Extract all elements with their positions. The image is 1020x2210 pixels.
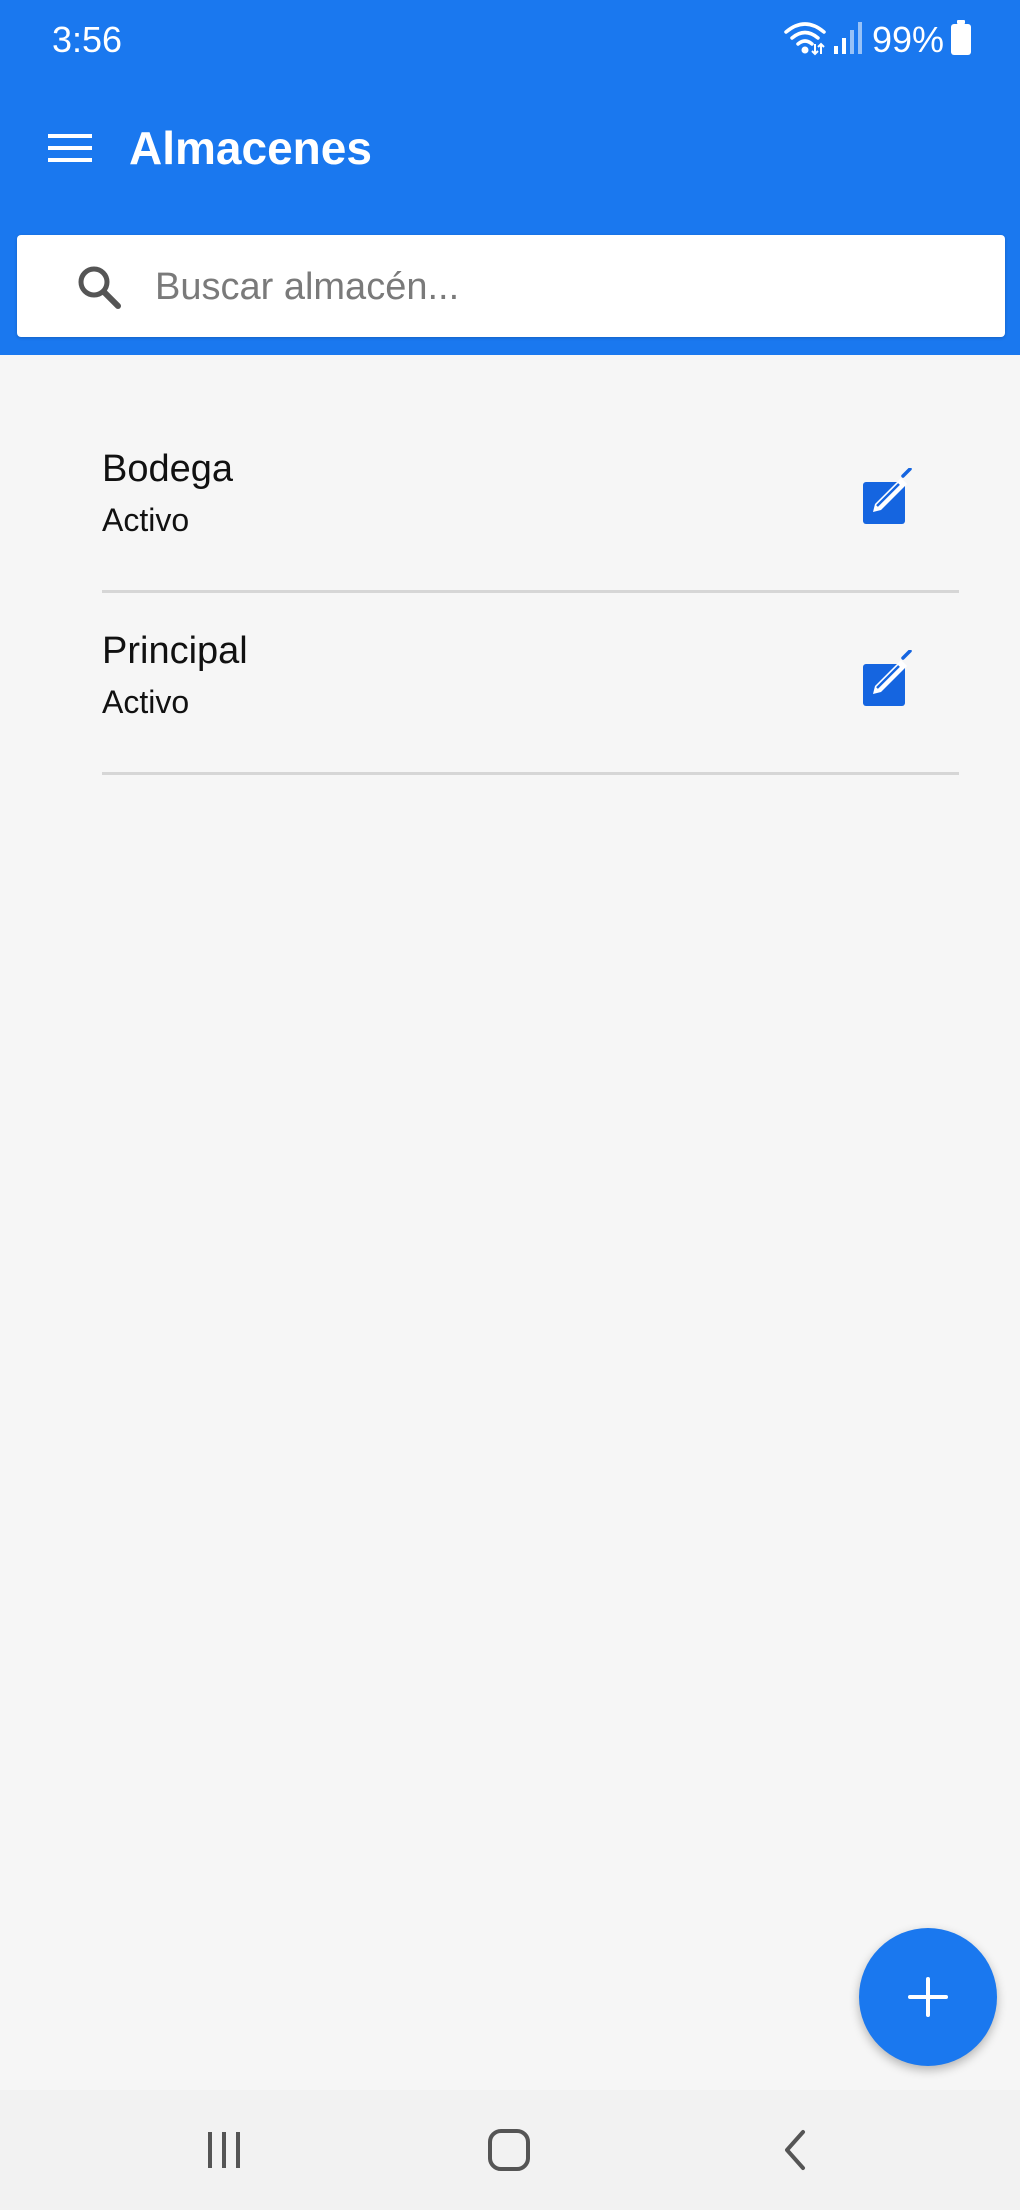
edit-icon	[859, 467, 919, 532]
list-item[interactable]: Principal Activo	[102, 594, 959, 775]
search-input[interactable]	[153, 255, 977, 319]
warehouse-status: Activo	[102, 684, 190, 720]
app-header: 3:56 99% Almacenes Buscar almacén...	[0, 0, 1020, 355]
edit-button[interactable]	[859, 467, 919, 528]
page-title: Almacenes	[129, 122, 372, 174]
edit-icon	[859, 649, 919, 714]
back-icon	[755, 2130, 835, 2184]
back-button[interactable]	[755, 2120, 835, 2180]
search-bar[interactable]	[17, 235, 1005, 337]
toolbar: Almacenes	[0, 100, 1020, 196]
edit-button[interactable]	[859, 649, 919, 710]
battery-percent: 99%	[871, 19, 944, 60]
status-time: 3:56	[52, 19, 123, 60]
home-icon	[469, 2129, 549, 2184]
status-bar: 3:56 99%	[0, 0, 1020, 80]
signal-icon	[832, 20, 866, 61]
battery-icon	[950, 19, 972, 61]
status-icons: 99%	[784, 18, 972, 62]
recent-apps-icon	[184, 2132, 264, 2184]
list-item[interactable]: Bodega Activo	[102, 412, 959, 593]
system-nav-bar	[0, 2090, 1020, 2210]
menu-button[interactable]	[40, 122, 100, 174]
home-button[interactable]	[469, 2120, 549, 2180]
recent-apps-button[interactable]	[184, 2120, 264, 2180]
warehouse-status: Activo	[102, 502, 190, 538]
hamburger-menu-icon	[40, 134, 100, 178]
warehouse-name: Bodega	[102, 448, 234, 490]
wifi-icon	[784, 20, 826, 61]
warehouse-name: Principal	[102, 630, 248, 672]
add-warehouse-button[interactable]	[859, 1928, 997, 2066]
warehouse-list: Bodega Activo Principal Activo	[102, 412, 959, 775]
search-icon	[75, 263, 123, 311]
